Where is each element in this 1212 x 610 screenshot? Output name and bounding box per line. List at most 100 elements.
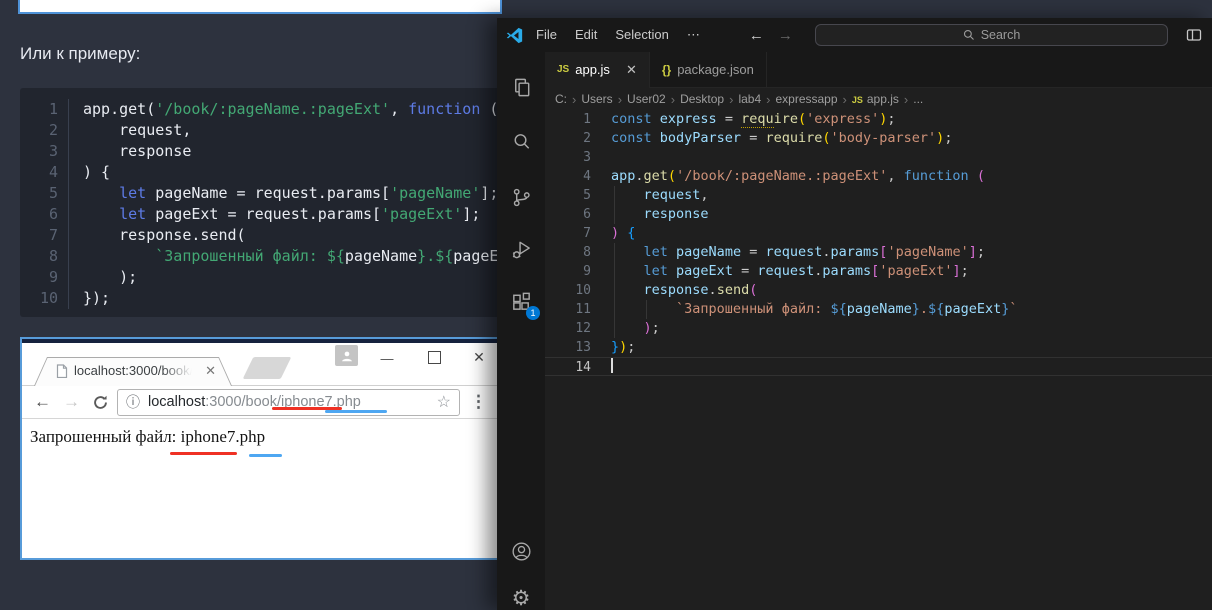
breadcrumb-separator-icon: › (843, 92, 847, 107)
line-number: 3 (545, 148, 591, 167)
menu-item-edit[interactable]: Edit (566, 27, 606, 43)
breadcrumb-separator-icon: › (729, 92, 733, 107)
code-line[interactable]: 1const express = require('express'); (545, 110, 1212, 129)
code-line: 1app.get('/book/:pageName.:pageExt', fun… (20, 99, 500, 120)
browser-tabstrip: localhost:3000/book/iph ✕ — ✕ (22, 343, 497, 386)
code-text: app.get('/book/:pageName.:pageExt', func… (69, 99, 498, 120)
menu-item-[interactable]: ⋯ (678, 27, 709, 43)
text-cursor (611, 358, 613, 373)
code-text: ); (69, 267, 137, 288)
code-text: app.get('/book/:pageName.:pageExt', func… (591, 167, 985, 186)
code-line[interactable]: 10 response.send( (545, 281, 1212, 300)
browser-tab[interactable]: localhost:3000/book/iph ✕ (34, 357, 232, 386)
source-control-icon[interactable] (497, 182, 545, 212)
code-text: response (591, 205, 709, 224)
browser-menu-icon[interactable]: ⋮ (470, 392, 487, 412)
code-line[interactable]: 8 let pageName = request.params['pageNam… (545, 243, 1212, 262)
code-text: let pageName = request.params['pageName'… (69, 183, 498, 204)
settings-gear-icon[interactable]: ⚙ (497, 583, 545, 610)
line-number: 5 (20, 183, 69, 204)
bookmark-star-icon[interactable]: ☆ (437, 392, 451, 412)
minimize-button[interactable]: — (376, 347, 398, 367)
breadcrumb-item[interactable]: ... (913, 92, 923, 106)
line-number: 7 (545, 224, 591, 243)
back-button[interactable]: ← (34, 392, 51, 412)
tab-packagejson[interactable]: {} package.json (650, 52, 767, 87)
breadcrumb-item[interactable]: JSapp.js (852, 92, 899, 106)
line-number: 8 (545, 243, 591, 262)
indent-guide (646, 300, 647, 319)
breadcrumb-item[interactable]: Users (581, 92, 612, 106)
line-number: 11 (545, 300, 591, 319)
code-line[interactable]: 7) { (545, 224, 1212, 243)
browser-toolbar: ← → ⓘ localhost:3000/book/iphone7.php ☆ … (22, 386, 497, 419)
editor-column: JS app.js ✕ {} package.json C: › Users › Use… (545, 52, 1212, 610)
info-icon[interactable]: ⓘ (126, 392, 140, 412)
person-icon (340, 349, 354, 363)
code-text: }); (591, 338, 635, 357)
breadcrumb-item[interactable]: expressapp (775, 92, 837, 106)
breadcrumb-item[interactable]: Desktop (680, 92, 724, 106)
code-line[interactable]: 9 let pageExt = request.params['pageExt'… (545, 262, 1212, 281)
reload-button[interactable] (92, 394, 109, 411)
tab-close-icon[interactable]: ✕ (626, 62, 637, 78)
breadcrumb-item[interactable]: C: (555, 92, 567, 106)
history-back-icon[interactable]: ← (749, 27, 764, 44)
extensions-badge: 1 (526, 306, 540, 320)
code-line[interactable]: 14 (545, 357, 1212, 376)
menu-item-file[interactable]: File (527, 27, 566, 43)
maximize-button[interactable] (423, 347, 445, 367)
line-number: 10 (545, 281, 591, 300)
editor[interactable]: 1const express = require('express');2con… (545, 110, 1212, 610)
forward-button[interactable]: → (63, 392, 80, 412)
code-line: 8 `Запрошенный файл: ${pageName}.${pageE… (20, 246, 500, 267)
code-line[interactable]: 6 response (545, 205, 1212, 224)
layout-icon[interactable] (1186, 27, 1202, 43)
code-text: ) { (69, 162, 110, 183)
line-number: 6 (545, 205, 591, 224)
vscode-main: 1 ⚙ JS app.js ✕ {} (497, 52, 1212, 610)
code-line: 2 request, (20, 120, 500, 141)
search-box[interactable]: Search (815, 24, 1168, 46)
account-icon[interactable] (497, 536, 545, 566)
tab-title-fade (162, 361, 192, 383)
line-number: 8 (20, 246, 69, 267)
breadcrumb-item[interactable]: lab4 (738, 92, 761, 106)
code-line[interactable]: 5 request, (545, 186, 1212, 205)
code-line[interactable]: 12 ); (545, 319, 1212, 338)
input-box-partial[interactable] (18, 0, 502, 14)
menu-item-selection[interactable]: Selection (606, 27, 677, 43)
url-bar[interactable]: ⓘ localhost:3000/book/iphone7.php ☆ (117, 389, 460, 416)
docs-heading: Или к примеру: (20, 44, 140, 64)
code-line[interactable]: 13}); (545, 338, 1212, 357)
code-line: 7 response.send( (20, 225, 500, 246)
line-number: 13 (545, 338, 591, 357)
code-line[interactable]: 4app.get('/book/:pageName.:pageExt', fun… (545, 167, 1212, 186)
annotation-underline-red-body (170, 452, 237, 455)
tab-appjs[interactable]: JS app.js ✕ (545, 52, 650, 87)
breadcrumb-separator-icon: › (671, 92, 675, 107)
search-sidebar-icon[interactable] (497, 126, 545, 156)
vscode-logo-icon (506, 27, 523, 44)
code-line[interactable]: 2const bodyParser = require('body-parser… (545, 129, 1212, 148)
code-line[interactable]: 3 (545, 148, 1212, 167)
code-text: let pageExt = request.params['pageExt']; (69, 204, 480, 225)
code-text: request, (591, 186, 709, 205)
new-tab-button[interactable] (243, 357, 292, 379)
tab-label: app.js (575, 62, 610, 77)
breadcrumb-item[interactable]: User02 (627, 92, 666, 106)
json-file-icon: {} (662, 63, 671, 77)
extensions-icon[interactable]: 1 (497, 286, 545, 316)
breadcrumb-separator-icon: › (572, 92, 576, 107)
close-button[interactable]: ✕ (468, 347, 490, 367)
run-debug-icon[interactable] (497, 234, 545, 264)
response-text: Запрошенный файл: iphone7.php (30, 427, 265, 447)
avatar-button[interactable] (335, 345, 358, 366)
code-text: `Запрошенный файл: ${pageName}.${pageExt… (69, 246, 500, 267)
history-forward-icon[interactable]: → (778, 27, 793, 44)
tab-close-icon[interactable]: ✕ (205, 363, 216, 379)
line-number: 9 (20, 267, 69, 288)
line-number: 2 (20, 120, 69, 141)
explorer-icon[interactable] (497, 72, 545, 102)
code-text: request, (69, 120, 191, 141)
